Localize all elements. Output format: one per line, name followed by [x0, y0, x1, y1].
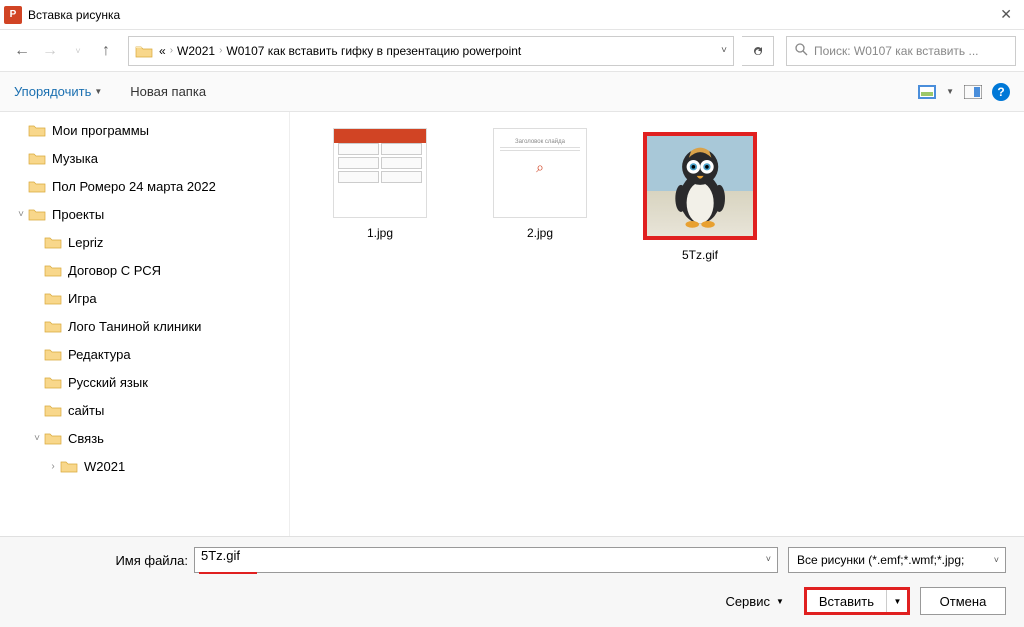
file-item[interactable]: 1.jpg [320, 128, 440, 240]
tree-item[interactable]: ›W2021 [0, 452, 289, 480]
insert-button[interactable]: Вставить ▼ [804, 587, 910, 615]
folder-icon [60, 459, 78, 473]
file-item-selected[interactable]: 5Tz.gif [640, 128, 760, 266]
cancel-button[interactable]: Отмена [920, 587, 1006, 615]
breadcrumb-seg[interactable]: W2021 [177, 44, 215, 58]
organize-button[interactable]: Упорядочить▼ [14, 84, 102, 99]
folder-icon [28, 207, 46, 221]
tree-item[interactable]: ˅Проекты [0, 200, 289, 228]
forward-arrow-icon[interactable]: → [36, 37, 64, 65]
service-button[interactable]: Сервис▼ [725, 594, 783, 609]
filename-label: Имя файла: [18, 553, 194, 568]
file-type-filter[interactable]: Все рисунки (*.emf;*.wmf;*.jpg; ˅ [788, 547, 1006, 573]
insert-dropdown-icon[interactable]: ▼ [887, 590, 907, 612]
up-arrow-icon[interactable]: ↑ [92, 37, 120, 65]
back-arrow-icon[interactable]: ← [8, 37, 36, 65]
tree-item[interactable]: Музыка [0, 144, 289, 172]
search-placeholder: Поиск: W0107 как вставить ... [814, 44, 978, 58]
folder-icon [28, 123, 46, 137]
folder-icon [28, 151, 46, 165]
expand-icon[interactable]: › [46, 461, 60, 472]
dialog-footer: Имя файла: 5Tz.gif ˅ Все рисунки (*.emf;… [0, 536, 1024, 627]
file-thumbnail [333, 128, 427, 218]
folder-icon [44, 235, 62, 249]
tree-item[interactable]: Пол Ромеро 24 марта 2022 [0, 172, 289, 200]
tree-item[interactable]: Мои программы [0, 116, 289, 144]
window-title: Вставка рисунка [28, 8, 992, 22]
tree-item[interactable]: сайты [0, 396, 289, 424]
file-thumbnail: Заголовок слайда ⌕ [493, 128, 587, 218]
filename-input[interactable]: 5Tz.gif ˅ [194, 547, 778, 573]
highlight-underline [199, 572, 257, 574]
file-list[interactable]: 1.jpg Заголовок слайда ⌕ 2.jpg [290, 112, 1024, 536]
folder-icon [44, 291, 62, 305]
nav-bar: ← → ˅ ↑ « › W2021 › W0107 как вставить г… [0, 30, 1024, 72]
titlebar: P Вставка рисунка ✕ [0, 0, 1024, 30]
chevron-down-icon: ˅ [994, 555, 999, 565]
chevron-down-icon[interactable]: ˅ [721, 45, 727, 56]
view-mode-icon[interactable] [918, 85, 936, 99]
magnifier-icon: ⌕ [500, 159, 580, 176]
file-thumbnail [643, 132, 757, 240]
folder-icon [44, 431, 62, 445]
toolbar: Упорядочить▼ Новая папка ▼ ? [0, 72, 1024, 112]
new-folder-button[interactable]: Новая папка [130, 84, 206, 99]
recent-chevron-icon[interactable]: ˅ [64, 37, 92, 65]
file-label: 5Tz.gif [640, 248, 760, 262]
chevron-down-icon[interactable]: ▼ [946, 87, 954, 96]
powerpoint-icon: P [4, 6, 22, 24]
folder-icon [44, 263, 62, 277]
chevron-right-icon[interactable]: › [170, 45, 173, 56]
filename-value: 5Tz.gif [201, 548, 240, 563]
address-bar[interactable]: « › W2021 › W0107 как вставить гифку в п… [128, 36, 734, 66]
tree-item[interactable]: Редактура [0, 340, 289, 368]
folder-icon [44, 375, 62, 389]
folder-icon [44, 347, 62, 361]
chevron-right-icon[interactable]: › [219, 45, 222, 56]
tree-item[interactable]: Договор С РСЯ [0, 256, 289, 284]
tree-item[interactable]: Русский язык [0, 368, 289, 396]
tree-item[interactable]: ˅Связь [0, 424, 289, 452]
file-item[interactable]: Заголовок слайда ⌕ 2.jpg [480, 128, 600, 240]
insert-label[interactable]: Вставить [807, 590, 887, 612]
close-icon[interactable]: ✕ [992, 2, 1020, 27]
help-icon[interactable]: ? [992, 83, 1010, 101]
breadcrumb-root[interactable]: « [159, 44, 166, 58]
tree-item[interactable]: Lepriz [0, 228, 289, 256]
file-label: 2.jpg [480, 226, 600, 240]
chevron-down-icon: ▼ [776, 597, 784, 606]
chevron-down-icon[interactable]: ˅ [766, 554, 771, 564]
folder-icon [28, 179, 46, 193]
tree-item[interactable]: Игра [0, 284, 289, 312]
breadcrumb-seg[interactable]: W0107 как вставить гифку в презентацию p… [226, 44, 521, 58]
collapse-icon[interactable]: ˅ [14, 209, 28, 220]
chevron-down-icon: ▼ [94, 87, 102, 96]
refresh-icon[interactable] [742, 36, 774, 66]
folder-icon [135, 44, 153, 58]
folder-icon [44, 319, 62, 333]
main-area: Мои программы Музыка Пол Ромеро 24 марта… [0, 112, 1024, 536]
folder-tree[interactable]: Мои программы Музыка Пол Ромеро 24 марта… [0, 112, 290, 536]
folder-icon [44, 403, 62, 417]
preview-pane-icon[interactable] [964, 85, 982, 99]
search-icon [795, 43, 808, 59]
file-label: 1.jpg [320, 226, 440, 240]
collapse-icon[interactable]: ˅ [30, 433, 44, 444]
search-input[interactable]: Поиск: W0107 как вставить ... [786, 36, 1016, 66]
tree-item[interactable]: Лого Таниной клиники [0, 312, 289, 340]
